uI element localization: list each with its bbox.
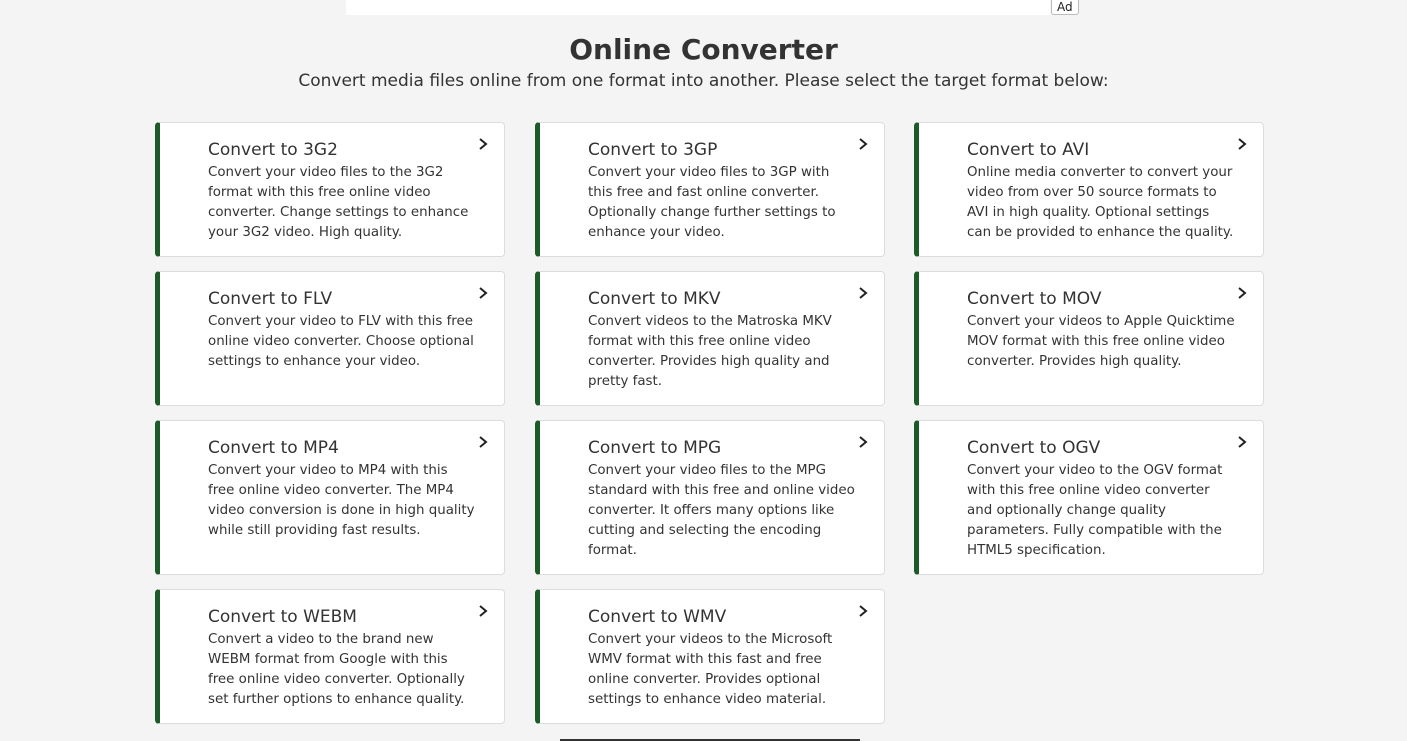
card-title: Convert to 3G2: [208, 140, 338, 160]
card-title: Convert to WMV: [588, 607, 727, 627]
page-title: Online Converter: [569, 33, 838, 66]
card-title: Convert to WEBM: [208, 607, 357, 627]
card-title: Convert to FLV: [208, 289, 333, 309]
card-description: Convert your video files to 3GP with thi…: [588, 165, 836, 240]
converter-card-mpg[interactable]: Convert to MPG Convert your video files …: [535, 420, 885, 575]
page-subtitle: Convert media files online from one form…: [298, 71, 1109, 91]
card-title: Convert to MPG: [588, 438, 722, 458]
card-title: Convert to OGV: [967, 438, 1101, 458]
card-title: Convert to MOV: [967, 289, 1102, 309]
converter-card-mp4[interactable]: Convert to MP4 Convert your video to MP4…: [155, 420, 505, 575]
converter-card-3gp[interactable]: Convert to 3GP Convert your video files …: [535, 122, 885, 257]
chevron-right-icon: [479, 287, 488, 299]
card-title: Convert to 3GP: [588, 140, 718, 160]
chevron-right-icon: [479, 605, 488, 617]
card-description: Convert your videos to Apple Quicktime M…: [967, 314, 1235, 369]
card-title: Convert to MKV: [588, 289, 721, 309]
ad-banner[interactable]: [346, 0, 1050, 15]
card-description: Convert videos to the Matroska MKV forma…: [588, 314, 832, 389]
card-description: Convert your video files to the MPG stan…: [588, 463, 855, 558]
converter-card-3g2[interactable]: Convert to 3G2 Convert your video files …: [155, 122, 505, 257]
chevron-right-icon: [479, 436, 488, 448]
converter-card-wmv[interactable]: Convert to WMV Convert your videos to th…: [535, 589, 885, 724]
chevron-right-icon: [859, 138, 868, 150]
converter-card-flv[interactable]: Convert to FLV Convert your video to FLV…: [155, 271, 505, 406]
chevron-right-icon: [1238, 436, 1247, 448]
converter-card-avi[interactable]: Convert to AVI Online media converter to…: [914, 122, 1264, 257]
card-title: Convert to AVI: [967, 140, 1090, 160]
card-description: Convert a video to the brand new WEBM fo…: [208, 632, 465, 707]
ad-label[interactable]: Ad: [1051, 0, 1079, 15]
card-description: Convert your videos to the Microsoft WMV…: [588, 632, 833, 707]
chevron-right-icon: [479, 138, 488, 150]
page: Ad Online Converter Convert media files …: [0, 0, 1407, 741]
chevron-right-icon: [859, 287, 868, 299]
card-description: Online media converter to convert your v…: [967, 165, 1234, 240]
chevron-right-icon: [859, 436, 868, 448]
converter-card-mkv[interactable]: Convert to MKV Convert videos to the Mat…: [535, 271, 885, 406]
converter-card-ogv[interactable]: Convert to OGV Convert your video to the…: [914, 420, 1264, 575]
chevron-right-icon: [859, 605, 868, 617]
card-description: Convert your video to MP4 with this free…: [208, 463, 475, 538]
chevron-right-icon: [1238, 138, 1247, 150]
card-title: Convert to MP4: [208, 438, 339, 458]
converter-card-mov[interactable]: Convert to MOV Convert your videos to Ap…: [914, 271, 1264, 406]
card-description: Convert your video to the OGV format wit…: [967, 463, 1223, 558]
chevron-right-icon: [1238, 287, 1247, 299]
converter-card-webm[interactable]: Convert to WEBM Convert a video to the b…: [155, 589, 505, 724]
card-description: Convert your video files to the 3G2 form…: [208, 165, 469, 240]
card-description: Convert your video to FLV with this free…: [208, 314, 474, 369]
